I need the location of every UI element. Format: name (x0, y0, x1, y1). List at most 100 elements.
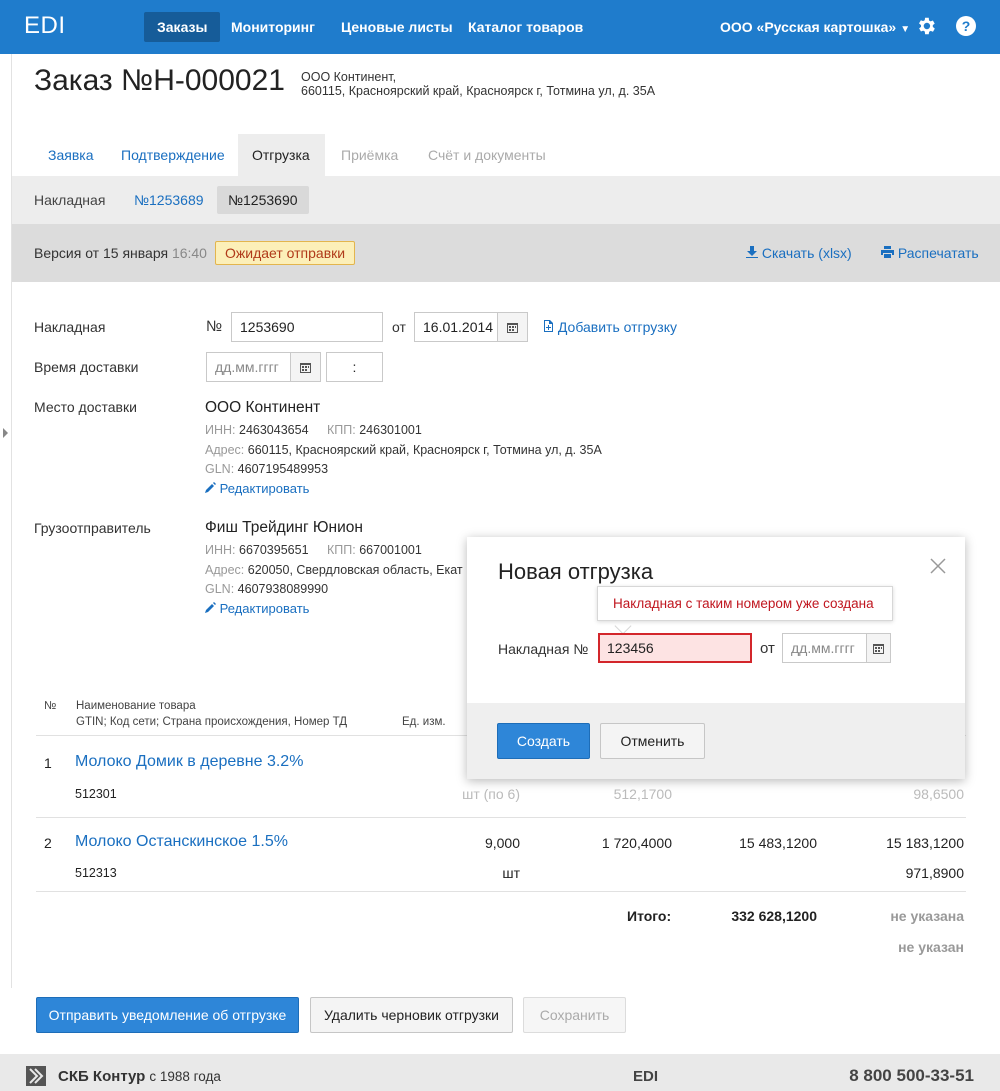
delivery-org-ids: ИНН: 2463043654 КПП: 246301001 (205, 423, 422, 437)
create-button[interactable]: Создать (497, 723, 590, 759)
edit-label: Редактировать (219, 601, 310, 616)
side-panel-gutter[interactable] (0, 54, 12, 988)
row-1-vat: 98,6500 (913, 786, 964, 802)
delivery-time-label: Время доставки (34, 359, 139, 375)
close-icon[interactable] (929, 557, 947, 575)
row-2-code: 512313 (75, 866, 117, 880)
kontur-logo-icon (26, 1066, 46, 1086)
top-navbar: EDI Заказы Мониторинг Ценовые листы Ката… (0, 0, 1000, 54)
row-2-quantity: 9,000 (484, 835, 520, 851)
date-from-label: от (392, 319, 406, 335)
row-2-total-with-vat: 15 183,1200 (886, 835, 964, 851)
col-header-unit: Ед. изм. (402, 716, 446, 728)
total-sum: 332 628,1200 (731, 908, 817, 924)
add-shipment-label: Добавить отгрузку (557, 319, 677, 335)
new-shipment-modal: Новая отгрузка Накладная с таким номером… (467, 537, 965, 779)
row-1-product-link[interactable]: Молоко Домик в деревне 3.2% (75, 753, 303, 771)
modal-invoice-label: Накладная № (498, 641, 589, 657)
order-client: ООО Континент, 660115, Красноярский край… (301, 70, 655, 98)
tab-acceptance: Приёмка (341, 147, 399, 163)
nav-price-lists[interactable]: Ценовые листы (328, 12, 466, 42)
tab-confirmation[interactable]: Подтверждение (107, 134, 239, 176)
page-title: Заказ №Н-000021 (34, 64, 285, 97)
row-1-unit: шт (по 6) (462, 786, 520, 802)
modal-date-input[interactable]: дд.мм.гггг (782, 633, 867, 663)
add-shipment-link[interactable]: Добавить отгрузку (543, 319, 677, 335)
delivery-org-name: ООО Континент (205, 399, 321, 416)
edit-shipper-link[interactable]: Редактировать (205, 601, 309, 616)
number-sign: № (206, 318, 223, 335)
tab-shipment[interactable]: Отгрузка (238, 134, 325, 176)
version-date: 15 января (102, 245, 169, 261)
add-document-icon (544, 320, 553, 332)
print-icon (881, 246, 894, 258)
modal-date-calendar-button[interactable] (867, 633, 891, 663)
version-time: 16:40 (171, 245, 207, 261)
save-button: Сохранить (523, 997, 626, 1033)
row-1-number: 1 (44, 755, 52, 771)
delete-draft-button[interactable]: Удалить черновик отгрузки (310, 997, 513, 1033)
modal-date-from-label: от (760, 640, 775, 657)
col-header-name: Наименование товара GTIN; Код сети; Стра… (76, 700, 348, 728)
calendar-icon (300, 363, 311, 373)
app-logo[interactable]: EDI (24, 12, 66, 40)
row-divider (36, 817, 966, 818)
subtab-invoice-1253689[interactable]: №1253689 (123, 186, 215, 214)
footer-brand: СКБ Контур с 1988 года (58, 1068, 221, 1085)
invoice-date-calendar-button[interactable] (498, 312, 528, 342)
invoice-date-input[interactable]: 16.01.2014 (414, 312, 498, 342)
download-icon (746, 246, 758, 258)
col-header-number: № (44, 700, 57, 712)
version-prefix: Версия от (34, 245, 103, 261)
company-name: ООО «Русская картошка» (720, 19, 897, 35)
delivery-place-label: Место доставки (34, 399, 137, 415)
shipper-name: Фиш Трейдинг Юнион (205, 519, 363, 536)
delivery-date-input[interactable]: дд.мм.гггг (206, 352, 291, 382)
row-2-unit: шт (502, 865, 520, 881)
subtabs-label: Накладная (34, 192, 106, 208)
nav-catalog[interactable]: Каталог товаров (455, 12, 596, 42)
print-link[interactable]: Распечатать (881, 245, 979, 261)
row-2-number: 2 (44, 835, 52, 851)
total-extra-not-set: не указан (898, 939, 964, 955)
send-shipment-notice-button[interactable]: Отправить уведомление об отгрузке (36, 997, 299, 1033)
gear-icon[interactable] (915, 15, 937, 37)
edit-delivery-place-link[interactable]: Редактировать (205, 481, 309, 496)
pencil-icon (205, 482, 216, 493)
calendar-icon (873, 644, 884, 654)
row-2-sum: 15 483,1200 (739, 835, 817, 851)
expand-arrow-icon[interactable] (3, 428, 8, 438)
pencil-icon (205, 602, 216, 613)
cancel-button[interactable]: Отменить (600, 723, 705, 759)
total-vat-not-set: не указана (890, 908, 964, 924)
row-1-code: 512301 (75, 787, 117, 801)
nav-monitoring[interactable]: Мониторинг (218, 12, 328, 42)
status-badge: Ожидает отправки (215, 241, 356, 265)
download-xlsx-link[interactable]: Скачать (xlsx) (746, 245, 852, 261)
edit-label: Редактировать (219, 481, 310, 496)
company-selector[interactable]: ООО «Русская картошка» ▼ (720, 12, 910, 42)
row-2-product-link[interactable]: Молоко Останскинское 1.5% (75, 833, 288, 851)
delivery-date-calendar-button[interactable] (291, 352, 321, 382)
footer-phone: 8 800 500-33-51 (849, 1066, 974, 1085)
invoice-label: Накладная (34, 319, 106, 335)
help-icon[interactable]: ? (955, 15, 977, 37)
subtab-invoice-1253690[interactable]: №1253690 (217, 186, 309, 214)
svg-text:?: ? (962, 18, 971, 34)
print-label: Распечатать (897, 245, 979, 261)
shipper-label: Грузоотправитель (34, 520, 151, 536)
tab-request[interactable]: Заявка (34, 134, 107, 176)
delivery-time-input[interactable]: : (326, 352, 383, 382)
modal-title: Новая отгрузка (498, 559, 654, 584)
modal-invoice-number-input[interactable]: 123456 (598, 633, 752, 663)
delivery-org-gln: GLN: 4607195489953 (205, 462, 329, 476)
delivery-org-address: Адрес: 660115, Красноярский край, Красно… (205, 443, 602, 457)
nav-orders[interactable]: Заказы (144, 12, 221, 42)
tab-invoice-documents: Счёт и документы (428, 147, 546, 163)
invoice-number-input[interactable]: 1253690 (231, 312, 383, 342)
shipper-address: Адрес: 620050, Свердловская область, Ека… (205, 563, 463, 577)
row-divider (36, 891, 966, 892)
client-name: ООО Континент, (301, 70, 397, 84)
row-1-price: 512,1700 (613, 786, 672, 802)
download-label: Скачать (xlsx) (761, 245, 852, 261)
